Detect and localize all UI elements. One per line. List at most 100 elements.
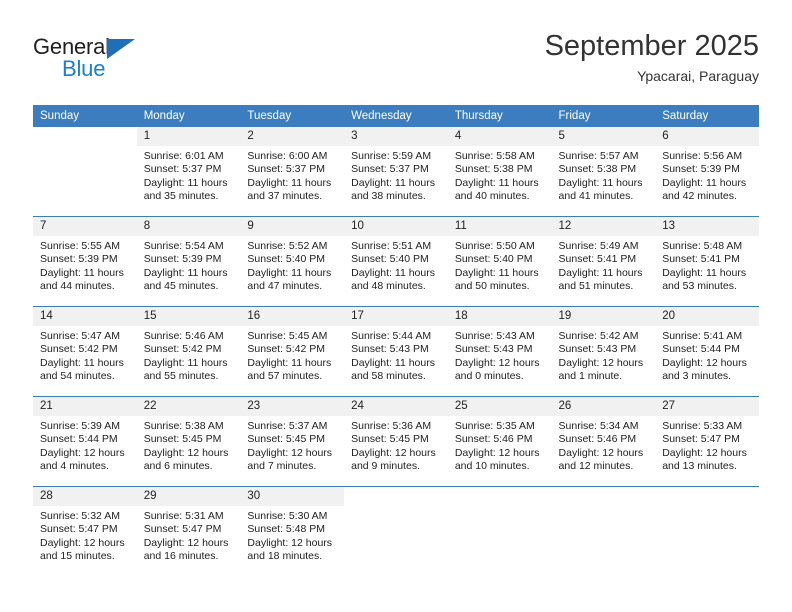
day-details: Sunrise: 5:51 AM Sunset: 5:40 PM Daylight:… <box>344 236 448 294</box>
day-number: 15 <box>136 307 241 326</box>
day-cell[interactable]: 19 Sunrise: 5:42 AM Sunset: 5:43 PM Dayligh… <box>551 307 656 396</box>
day-cell[interactable]: 9 Sunrise: 5:52 AM Sunset: 5:40 PM Daylight… <box>240 217 345 306</box>
day-details: Sunrise: 5:50 AM Sunset: 5:40 PM Daylight:… <box>448 236 552 294</box>
daylight-text-line1: Daylight: 12 hours <box>143 536 229 549</box>
day-cell[interactable]: 2 Sunrise: 6:00 AM Sunset: 5:37 PM Daylight… <box>240 127 345 216</box>
sunrise-text: Sunrise: 5:42 AM <box>558 330 639 342</box>
day-cell[interactable]: 15 Sunrise: 5:46 AM Sunset: 5:42 PM Dayligh… <box>136 307 241 396</box>
weekday-header-monday: Monday <box>136 105 241 127</box>
day-cell[interactable]: 28 Sunrise: 5:32 AM Sunset: 5:47 PM Dayligh… <box>33 487 137 576</box>
day-cell[interactable]: 25 Sunrise: 5:35 AM Sunset: 5:46 PM Dayligh… <box>447 397 552 486</box>
day-cell[interactable]: 29 Sunrise: 5:31 AM Sunset: 5:47 PM Dayligh… <box>136 487 241 576</box>
daylight-text-line1: Daylight: 12 hours <box>454 356 540 369</box>
weekday-header-tuesday: Tuesday <box>240 105 345 127</box>
sunrise-text: Sunrise: 5:57 AM <box>558 150 639 162</box>
day-number: 2 <box>240 127 345 146</box>
day-number: 4 <box>447 127 552 146</box>
sunset-text: Sunset: 5:41 PM <box>558 253 637 266</box>
daylight-text-line1: Daylight: 12 hours <box>662 356 747 369</box>
day-number <box>552 487 656 506</box>
sunrise-text: Sunrise: 5:46 AM <box>143 330 224 342</box>
day-cell[interactable]: 20 Sunrise: 5:41 AM Sunset: 5:44 PM Dayligh… <box>655 307 759 396</box>
day-cell[interactable]: 8 Sunrise: 5:54 AM Sunset: 5:39 PM Daylight… <box>136 217 241 306</box>
day-cell[interactable]: 13 Sunrise: 5:48 AM Sunset: 5:41 PM Dayligh… <box>655 217 759 306</box>
day-number: 17 <box>344 307 448 326</box>
day-cell[interactable]: 22 Sunrise: 5:38 AM Sunset: 5:45 PM Dayligh… <box>136 397 241 486</box>
title-block: September 2025 Ypacarai, Paraguay <box>545 28 759 86</box>
daylight-text-line2: and 58 minutes. <box>351 370 426 383</box>
calendar-week-row: 28 Sunrise: 5:32 AM Sunset: 5:47 PM Dayligh… <box>33 486 759 576</box>
daylight-text-line2: and 0 minutes. <box>454 370 524 383</box>
day-number <box>655 487 759 506</box>
weekday-header-sunday: Sunday <box>33 105 137 127</box>
day-cell[interactable]: 11 Sunrise: 5:50 AM Sunset: 5:40 PM Dayligh… <box>447 217 552 306</box>
day-cell[interactable]: 7 Sunrise: 5:55 AM Sunset: 5:39 PM Daylight… <box>33 217 137 306</box>
sunset-text: Sunset: 5:43 PM <box>558 343 637 356</box>
sunrise-text: Sunrise: 6:00 AM <box>247 150 328 162</box>
day-number: 1 <box>136 127 241 146</box>
sunset-text: Sunset: 5:39 PM <box>40 253 118 266</box>
day-details: Sunrise: 5:44 AM Sunset: 5:43 PM Daylight:… <box>344 326 448 384</box>
day-cell[interactable]: 26 Sunrise: 5:34 AM Sunset: 5:46 PM Dayligh… <box>551 397 656 486</box>
daylight-text-line1: Daylight: 11 hours <box>558 266 643 279</box>
calendar-week-row: 21 Sunrise: 5:39 AM Sunset: 5:44 PM Dayligh… <box>33 396 759 487</box>
day-cell[interactable]: 16 Sunrise: 5:45 AM Sunset: 5:42 PM Dayligh… <box>240 307 345 396</box>
day-number: 29 <box>136 487 241 506</box>
day-cell[interactable]: 14 Sunrise: 5:47 AM Sunset: 5:42 PM Dayligh… <box>33 307 137 396</box>
day-cell-empty <box>344 487 448 576</box>
daylight-text-line2: and 4 minutes. <box>40 460 109 473</box>
calendar-week-row: 7 Sunrise: 5:55 AM Sunset: 5:39 PM Daylight… <box>33 216 759 307</box>
sunrise-text: Sunrise: 5:35 AM <box>454 420 535 432</box>
day-cell[interactable]: 10 Sunrise: 5:51 AM Sunset: 5:40 PM Dayligh… <box>344 217 448 306</box>
daylight-text-line1: Daylight: 11 hours <box>247 266 332 279</box>
day-cell[interactable]: 30 Sunrise: 5:30 AM Sunset: 5:48 PM Dayligh… <box>240 487 345 576</box>
day-cell[interactable]: 3 Sunrise: 5:59 AM Sunset: 5:37 PM Daylight… <box>344 127 448 216</box>
day-cell[interactable]: 21 Sunrise: 5:39 AM Sunset: 5:44 PM Dayligh… <box>33 397 137 486</box>
sunrise-text: Sunrise: 5:59 AM <box>351 150 432 162</box>
day-cell[interactable]: 6 Sunrise: 5:56 AM Sunset: 5:39 PM Daylight… <box>655 127 759 216</box>
sunrise-text: Sunrise: 5:33 AM <box>662 420 743 432</box>
day-cell[interactable]: 23 Sunrise: 5:37 AM Sunset: 5:45 PM Dayligh… <box>240 397 345 486</box>
daylight-text-line2: and 54 minutes. <box>40 370 115 383</box>
day-cell[interactable]: 12 Sunrise: 5:49 AM Sunset: 5:41 PM Dayligh… <box>551 217 656 306</box>
sunset-text: Sunset: 5:42 PM <box>143 343 222 356</box>
daylight-text-line2: and 16 minutes. <box>143 550 219 563</box>
sunset-text: Sunset: 5:39 PM <box>143 253 222 266</box>
day-details: Sunrise: 5:52 AM Sunset: 5:40 PM Daylight:… <box>240 236 344 294</box>
daylight-text-line1: Daylight: 11 hours <box>351 266 435 279</box>
day-details: Sunrise: 5:36 AM Sunset: 5:45 PM Daylight:… <box>344 416 448 474</box>
day-details: Sunrise: 5:41 AM Sunset: 5:44 PM Daylight:… <box>655 326 759 384</box>
day-details: Sunrise: 5:46 AM Sunset: 5:42 PM Daylight:… <box>137 326 241 384</box>
daylight-text-line1: Daylight: 11 hours <box>143 266 228 279</box>
daylight-text-line2: and 6 minutes. <box>143 460 213 473</box>
day-details: Sunrise: 5:37 AM Sunset: 5:45 PM Daylight:… <box>240 416 344 474</box>
day-number: 9 <box>240 217 345 236</box>
day-cell[interactable]: 27 Sunrise: 5:33 AM Sunset: 5:47 PM Dayligh… <box>655 397 759 486</box>
daylight-text-line2: and 45 minutes. <box>143 280 219 293</box>
sunset-text: Sunset: 5:47 PM <box>143 523 222 536</box>
sunrise-text: Sunrise: 5:48 AM <box>662 240 743 252</box>
day-number: 3 <box>344 127 448 146</box>
sunrise-text: Sunrise: 5:38 AM <box>143 420 224 432</box>
daylight-text-line2: and 44 minutes. <box>40 280 115 293</box>
sunrise-text: Sunrise: 5:45 AM <box>247 330 328 342</box>
sunset-text: Sunset: 5:37 PM <box>351 163 429 176</box>
sunrise-text: Sunrise: 5:55 AM <box>40 240 120 252</box>
sunset-text: Sunset: 5:39 PM <box>662 163 740 176</box>
day-cell[interactable]: 17 Sunrise: 5:44 AM Sunset: 5:43 PM Dayligh… <box>344 307 448 396</box>
day-cell[interactable]: 1 Sunrise: 6:01 AM Sunset: 5:37 PM Daylight… <box>136 127 241 216</box>
daylight-text-line2: and 37 minutes. <box>247 190 323 203</box>
sunrise-text: Sunrise: 5:36 AM <box>351 420 432 432</box>
day-number: 19 <box>551 307 656 326</box>
daylight-text-line2: and 53 minutes. <box>662 280 737 293</box>
sunset-text: Sunset: 5:48 PM <box>247 523 326 536</box>
day-number: 10 <box>344 217 448 236</box>
day-cell[interactable]: 5 Sunrise: 5:57 AM Sunset: 5:38 PM Daylight… <box>551 127 656 216</box>
calendar-header-row: Sunday Monday Tuesday Wednesday Thursday Frid… <box>33 105 759 127</box>
day-cell[interactable]: 4 Sunrise: 5:58 AM Sunset: 5:38 PM Daylight… <box>447 127 552 216</box>
day-cell[interactable]: 18 Sunrise: 5:43 AM Sunset: 5:43 PM Dayligh… <box>447 307 552 396</box>
day-details: Sunrise: 5:43 AM Sunset: 5:43 PM Daylight:… <box>448 326 552 384</box>
daylight-text-line2: and 15 minutes. <box>40 550 115 563</box>
day-cell[interactable]: 24 Sunrise: 5:36 AM Sunset: 5:45 PM Dayligh… <box>344 397 448 486</box>
day-details: Sunrise: 5:33 AM Sunset: 5:47 PM Daylight:… <box>655 416 759 474</box>
